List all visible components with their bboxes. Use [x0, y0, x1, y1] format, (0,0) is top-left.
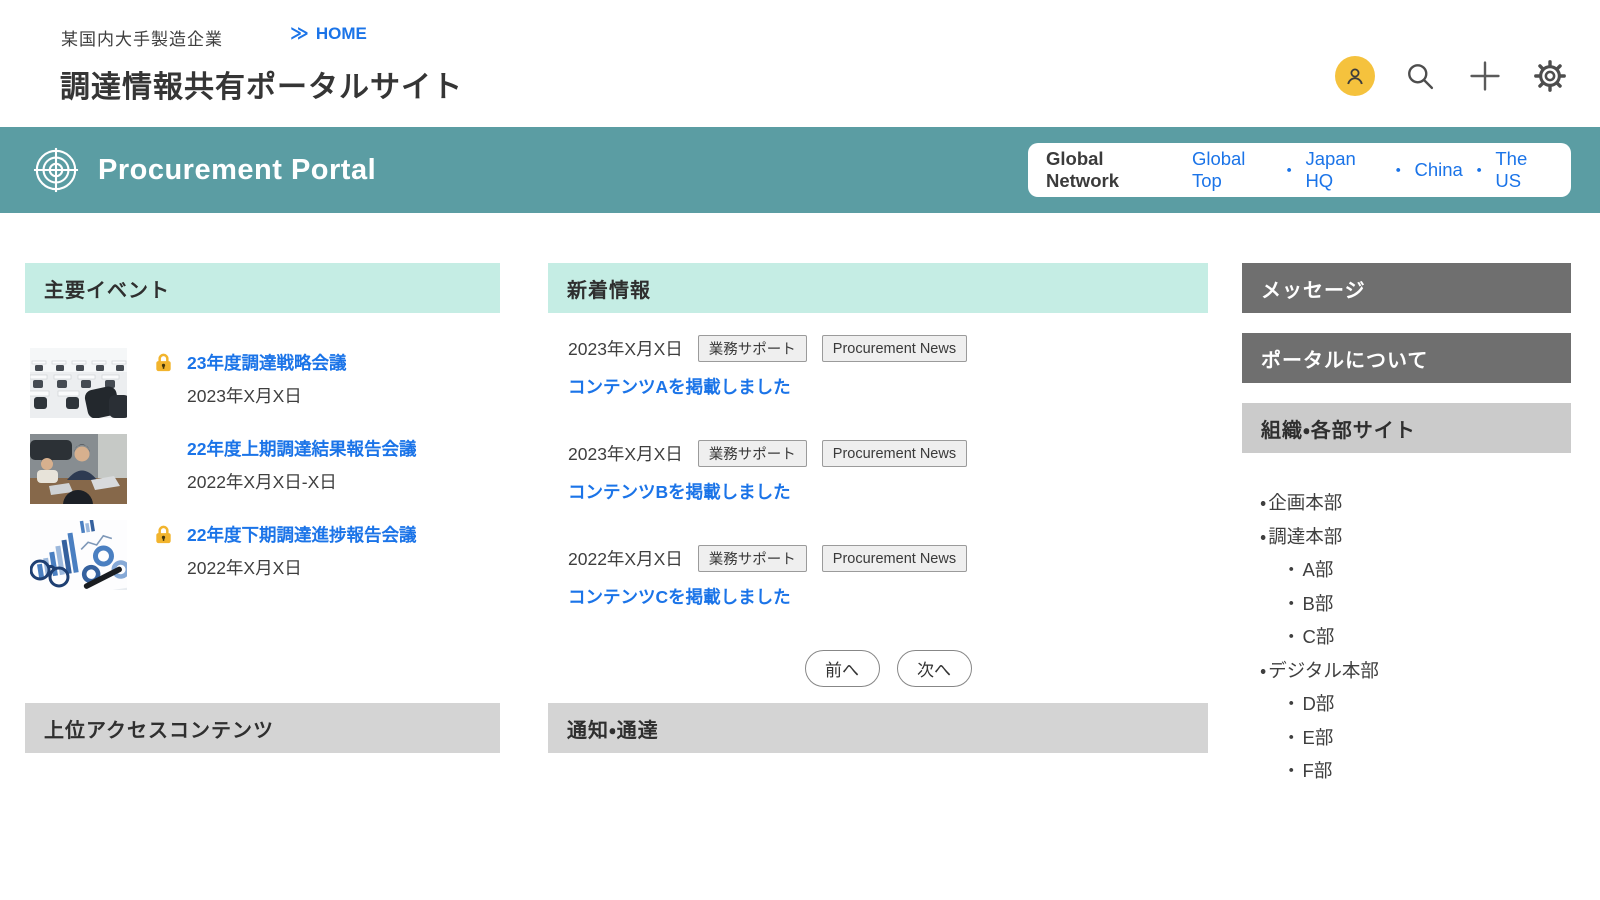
- news-link[interactable]: コンテンツBを掲載しました: [568, 479, 791, 504]
- news-item: 2023年X月X日 業務サポート Procurement News コンテンツB…: [568, 440, 1208, 504]
- news-date: 2023年X月X日: [568, 336, 683, 361]
- lock-slot-empty: [152, 437, 175, 460]
- bullet: ・: [1260, 660, 1266, 681]
- news-tag-category: 業務サポート: [698, 545, 807, 572]
- search-icon: [1405, 61, 1435, 91]
- org-item-dept-a[interactable]: ・A部: [1242, 553, 1571, 587]
- bullet: ・: [1260, 492, 1266, 513]
- org-item-procurement-division[interactable]: ・調達本部: [1242, 520, 1571, 554]
- bullet: ・: [1282, 727, 1301, 748]
- gear-icon: [1533, 59, 1567, 93]
- global-link-china[interactable]: China: [1415, 159, 1463, 181]
- settings-button[interactable]: [1530, 56, 1570, 96]
- message-section-header[interactable]: メッセージ: [1242, 263, 1571, 313]
- event-link[interactable]: 23年度調達戦略会議: [187, 350, 346, 375]
- link-separator: ・: [1389, 157, 1408, 183]
- news-link[interactable]: コンテンツAを掲載しました: [568, 374, 791, 399]
- global-link-global-top[interactable]: Global Top: [1192, 148, 1273, 192]
- org-item-dept-c[interactable]: ・C部: [1242, 620, 1571, 654]
- top-access-contents-header[interactable]: 上位アクセスコンテンツ: [25, 703, 500, 753]
- link-separator: ・: [1470, 157, 1489, 183]
- home-link[interactable]: ≫ HOME: [290, 23, 367, 44]
- news-tag-category: Procurement News: [822, 545, 967, 572]
- events-panel-header: 主要イベント: [25, 263, 500, 313]
- news-date: 2023年X月X日: [568, 441, 683, 466]
- news-link[interactable]: コンテンツCを掲載しました: [568, 584, 791, 609]
- event-body: 22年度上期調達結果報告会議 2022年X月X日-X日: [152, 434, 416, 504]
- global-network-label: Global Network: [1046, 148, 1175, 192]
- site-title: 調達情報共有ポータルサイト: [60, 62, 463, 106]
- event-link[interactable]: 22年度上期調達結果報告会議: [187, 436, 416, 461]
- news-item: 2022年X月X日 業務サポート Procurement News コンテンツC…: [568, 545, 1208, 609]
- org-item-dept-b[interactable]: ・B部: [1242, 587, 1571, 621]
- sidebar: メッセージ ポータルについて 組織・各部サイト ・企画本部 ・調達本部 ・A部 …: [1242, 263, 1571, 823]
- news-tag-category: 業務サポート: [698, 440, 807, 467]
- org-item-dept-d[interactable]: ・D部: [1242, 687, 1571, 721]
- org-item-planning-division[interactable]: ・企画本部: [1242, 486, 1571, 520]
- lock-icon: [152, 523, 175, 546]
- user-avatar[interactable]: [1335, 56, 1375, 96]
- event-thumbnail-business-meeting[interactable]: [30, 434, 127, 504]
- org-item-dept-f[interactable]: ・F部: [1242, 754, 1571, 788]
- next-button[interactable]: 次へ: [897, 650, 972, 687]
- top-icon-bar: [1335, 56, 1570, 96]
- events-panel: 主要イベント: [25, 263, 500, 823]
- search-button[interactable]: [1400, 56, 1440, 96]
- event-item: 22年度下期調達進捗報告会議 2022年X月X日: [25, 520, 500, 590]
- news-list: 2023年X月X日 業務サポート Procurement News コンテンツA…: [548, 335, 1208, 687]
- event-date: 2022年X月X日-X日: [187, 469, 416, 494]
- event-date: 2023年X月X日: [187, 383, 346, 408]
- person-icon: [1343, 64, 1367, 88]
- pagination: 前へ 次へ: [568, 650, 1208, 687]
- event-body: 22年度下期調達進捗報告会議 2022年X月X日: [152, 520, 416, 590]
- event-item: 22年度上期調達結果報告会議 2022年X月X日-X日: [25, 434, 500, 504]
- global-link-japan-hq[interactable]: Japan HQ: [1305, 148, 1382, 192]
- notices-header[interactable]: 通知・通達: [548, 703, 1208, 753]
- bullet: ・: [1282, 626, 1301, 647]
- prev-button[interactable]: 前へ: [805, 650, 880, 687]
- portal-name: Procurement Portal: [98, 127, 376, 213]
- bullet: ・: [1282, 693, 1301, 714]
- global-network-links: Global Top ・ Japan HQ ・ China ・ The US: [1192, 148, 1553, 192]
- org-item-dept-e[interactable]: ・E部: [1242, 721, 1571, 755]
- event-date: 2022年X月X日: [187, 555, 416, 580]
- news-panel: 新着情報 2023年X月X日 業務サポート Procurement News コ…: [548, 263, 1208, 823]
- bullet: ・: [1282, 559, 1301, 580]
- news-item: 2023年X月X日 業務サポート Procurement News コンテンツA…: [568, 335, 1208, 399]
- event-body: 23年度調達戦略会議 2023年X月X日: [152, 348, 346, 418]
- page: 某国内大手製造企業 ≫ HOME 調達情報共有ポータルサイト: [0, 0, 1600, 900]
- org-sites-header: 組織・各部サイト: [1242, 403, 1571, 453]
- top-header: 某国内大手製造企業 ≫ HOME 調達情報共有ポータルサイト: [0, 0, 1600, 127]
- event-link[interactable]: 22年度下期調達進捗報告会議: [187, 522, 416, 547]
- news-date: 2022年X月X日: [568, 546, 683, 571]
- bullet: ・: [1282, 593, 1301, 614]
- news-tag-category: Procurement News: [822, 335, 967, 362]
- plus-icon: [1468, 59, 1502, 93]
- event-item: 23年度調達戦略会議 2023年X月X日: [25, 348, 500, 418]
- portal-banner: Procurement Portal Global Network Global…: [0, 127, 1600, 213]
- news-tag-category: Procurement News: [822, 440, 967, 467]
- global-network-box: Global Network Global Top ・ Japan HQ ・ C…: [1028, 143, 1571, 197]
- lock-icon: [152, 351, 175, 374]
- about-portal-section-header[interactable]: ポータルについて: [1242, 333, 1571, 383]
- double-chevron-right-icon: ≫: [290, 23, 309, 44]
- event-thumbnail-conference-room[interactable]: [30, 348, 127, 418]
- bullet: ・: [1260, 526, 1266, 547]
- home-link-label: HOME: [316, 24, 367, 44]
- target-logo-icon: [33, 147, 79, 198]
- news-tag-category: 業務サポート: [698, 335, 807, 362]
- event-thumbnail-charts-document[interactable]: [30, 520, 127, 590]
- news-panel-header: 新着情報: [548, 263, 1208, 313]
- add-button[interactable]: [1465, 56, 1505, 96]
- events-list: 23年度調達戦略会議 2023年X月X日: [25, 348, 500, 590]
- org-site-list: ・企画本部 ・調達本部 ・A部 ・B部 ・C部 ・デジタル本部 ・D部 ・E部 …: [1242, 486, 1571, 788]
- link-separator: ・: [1280, 157, 1299, 183]
- org-item-digital-division[interactable]: ・デジタル本部: [1242, 654, 1571, 688]
- bullet: ・: [1282, 760, 1301, 781]
- company-name: 某国内大手製造企業: [61, 25, 223, 50]
- global-link-the-us[interactable]: The US: [1495, 148, 1553, 192]
